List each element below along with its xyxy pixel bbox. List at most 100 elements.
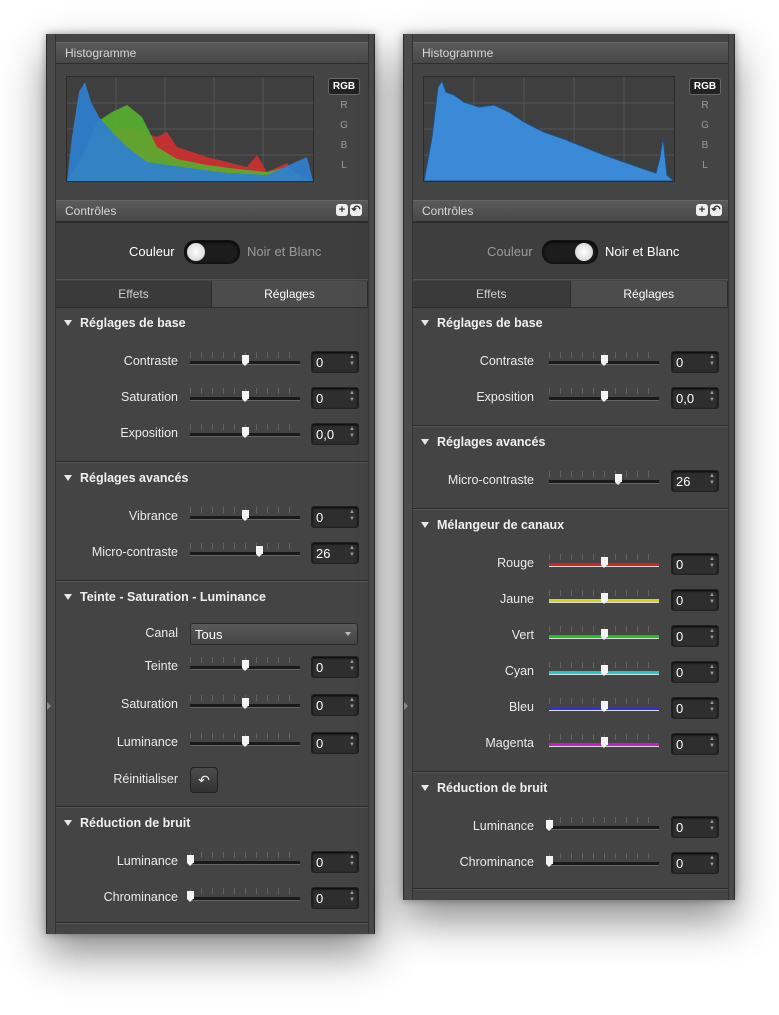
value-field[interactable]: 0 bbox=[316, 510, 323, 525]
value-stepper[interactable]: 0 ▲ ▼ bbox=[311, 506, 359, 528]
plus-icon[interactable]: + bbox=[696, 204, 708, 216]
undo-icon[interactable]: ↶ bbox=[710, 204, 722, 216]
slider-thumb[interactable] bbox=[601, 629, 608, 640]
value-stepper[interactable]: 26 ▲ ▼ bbox=[671, 470, 719, 492]
slider-thumb[interactable] bbox=[242, 427, 249, 438]
slider[interactable] bbox=[190, 543, 300, 559]
value-field[interactable]: 0 bbox=[316, 891, 323, 906]
slider[interactable] bbox=[549, 662, 659, 678]
stepper-arrows-icon[interactable]: ▲ ▼ bbox=[349, 545, 355, 559]
stepper-arrows-icon[interactable]: ▲ ▼ bbox=[349, 890, 355, 904]
channel-b[interactable]: B bbox=[690, 140, 720, 151]
slider[interactable] bbox=[190, 657, 300, 673]
channel-g[interactable]: G bbox=[329, 120, 359, 131]
disclosure-triangle-icon[interactable] bbox=[421, 320, 429, 326]
group-tsl-title[interactable]: Teinte - Saturation - Luminance bbox=[64, 590, 266, 604]
stepper-arrows-icon[interactable]: ▲ ▼ bbox=[349, 426, 355, 440]
value-stepper[interactable]: 0 ▲ ▼ bbox=[671, 733, 719, 755]
value-field[interactable]: 0 bbox=[676, 593, 683, 608]
value-field[interactable]: 0 bbox=[676, 629, 683, 644]
stepper-arrows-icon[interactable]: ▲ ▼ bbox=[709, 664, 715, 678]
slider-thumb[interactable] bbox=[256, 546, 264, 557]
slider-track[interactable] bbox=[549, 826, 659, 830]
group-noise-title[interactable]: Réduction de bruit bbox=[64, 816, 190, 830]
slider[interactable] bbox=[187, 852, 300, 868]
reset-button[interactable]: ↶ bbox=[190, 767, 218, 793]
channel-r[interactable]: R bbox=[329, 100, 359, 111]
stepper-arrows-icon[interactable]: ▲ ▼ bbox=[349, 854, 355, 868]
stepper-arrows-icon[interactable]: ▲ ▼ bbox=[709, 390, 715, 404]
slider-thumb[interactable] bbox=[546, 856, 553, 867]
plus-icon[interactable]: + bbox=[336, 204, 348, 216]
value-field[interactable]: 0 bbox=[316, 391, 323, 406]
value-stepper[interactable]: 0 ▲ ▼ bbox=[311, 656, 359, 678]
value-stepper[interactable]: 0 ▲ ▼ bbox=[671, 625, 719, 647]
slider-thumb[interactable] bbox=[601, 737, 608, 748]
value-stepper[interactable]: 0 ▲ ▼ bbox=[671, 661, 719, 683]
switch-knob[interactable] bbox=[575, 243, 593, 261]
stepper-arrows-icon[interactable]: ▲ ▼ bbox=[709, 628, 715, 642]
value-field[interactable]: 0 bbox=[676, 557, 683, 572]
stepper-arrows-icon[interactable]: ▲ ▼ bbox=[709, 736, 715, 750]
value-stepper[interactable]: 26 ▲ ▼ bbox=[311, 542, 359, 564]
slider-track[interactable] bbox=[549, 480, 659, 484]
channel-g[interactable]: G bbox=[690, 120, 720, 131]
slider-track[interactable] bbox=[190, 861, 300, 865]
slider-thumb[interactable] bbox=[242, 698, 249, 709]
value-field[interactable]: 0 bbox=[676, 737, 683, 752]
slider-thumb[interactable] bbox=[601, 701, 608, 712]
channel-rgb[interactable]: RGB bbox=[328, 78, 360, 95]
expand-arrow-icon[interactable] bbox=[47, 702, 51, 710]
channel-l[interactable]: L bbox=[690, 160, 720, 171]
slider[interactable] bbox=[190, 388, 300, 404]
channel-r[interactable]: R bbox=[690, 100, 720, 111]
value-stepper[interactable]: 0,0 ▲ ▼ bbox=[311, 423, 359, 445]
value-stepper[interactable]: 0 ▲ ▼ bbox=[311, 732, 359, 754]
slider[interactable] bbox=[549, 734, 659, 750]
disclosure-triangle-icon[interactable] bbox=[421, 522, 429, 528]
canal-dropdown[interactable]: Tous bbox=[190, 623, 358, 645]
value-field[interactable]: 0 bbox=[676, 820, 683, 835]
slider[interactable] bbox=[190, 695, 300, 711]
undo-icon[interactable]: ↶ bbox=[350, 204, 362, 216]
stepper-arrows-icon[interactable]: ▲ ▼ bbox=[709, 473, 715, 487]
slider-thumb[interactable] bbox=[601, 593, 608, 604]
slider-thumb[interactable] bbox=[546, 820, 553, 831]
group-base-title[interactable]: Réglages de base bbox=[64, 316, 186, 330]
stepper-arrows-icon[interactable]: ▲ ▼ bbox=[709, 855, 715, 869]
value-field[interactable]: 0 bbox=[676, 856, 683, 871]
slider-track[interactable] bbox=[190, 552, 300, 556]
disclosure-triangle-icon[interactable] bbox=[64, 820, 72, 826]
value-field[interactable]: 0 bbox=[316, 355, 323, 370]
tab-reglages[interactable]: Réglages bbox=[212, 281, 368, 307]
value-field[interactable]: 0,0 bbox=[316, 427, 334, 442]
slider[interactable] bbox=[190, 352, 300, 368]
color-bw-switch[interactable] bbox=[542, 240, 598, 264]
stepper-arrows-icon[interactable]: ▲ ▼ bbox=[349, 390, 355, 404]
value-stepper[interactable]: 0 ▲ ▼ bbox=[311, 887, 359, 909]
slider-thumb[interactable] bbox=[601, 355, 608, 366]
value-field[interactable]: 0 bbox=[676, 355, 683, 370]
slider[interactable] bbox=[549, 626, 659, 642]
channel-rgb[interactable]: RGB bbox=[689, 78, 721, 95]
slider-thumb[interactable] bbox=[187, 855, 194, 866]
slider[interactable] bbox=[190, 424, 300, 440]
slider[interactable] bbox=[190, 507, 300, 523]
slider-thumb[interactable] bbox=[601, 391, 608, 402]
channel-l[interactable]: L bbox=[329, 160, 359, 171]
tab-effets[interactable]: Effets bbox=[413, 281, 571, 307]
value-stepper[interactable]: 0 ▲ ▼ bbox=[671, 852, 719, 874]
channel-b[interactable]: B bbox=[329, 140, 359, 151]
slider-track[interactable] bbox=[190, 897, 300, 901]
value-stepper[interactable]: 0 ▲ ▼ bbox=[671, 697, 719, 719]
value-stepper[interactable]: 0,0 ▲ ▼ bbox=[671, 387, 719, 409]
slider-thumb[interactable] bbox=[242, 355, 249, 366]
slider[interactable] bbox=[546, 853, 659, 869]
value-stepper[interactable]: 0 ▲ ▼ bbox=[671, 589, 719, 611]
value-stepper[interactable]: 0 ▲ ▼ bbox=[311, 387, 359, 409]
value-stepper[interactable]: 0 ▲ ▼ bbox=[671, 816, 719, 838]
group-advanced-title[interactable]: Réglages avancés bbox=[64, 471, 188, 485]
stepper-arrows-icon[interactable]: ▲ ▼ bbox=[709, 700, 715, 714]
slider[interactable] bbox=[190, 733, 300, 749]
stepper-arrows-icon[interactable]: ▲ ▼ bbox=[349, 697, 355, 711]
